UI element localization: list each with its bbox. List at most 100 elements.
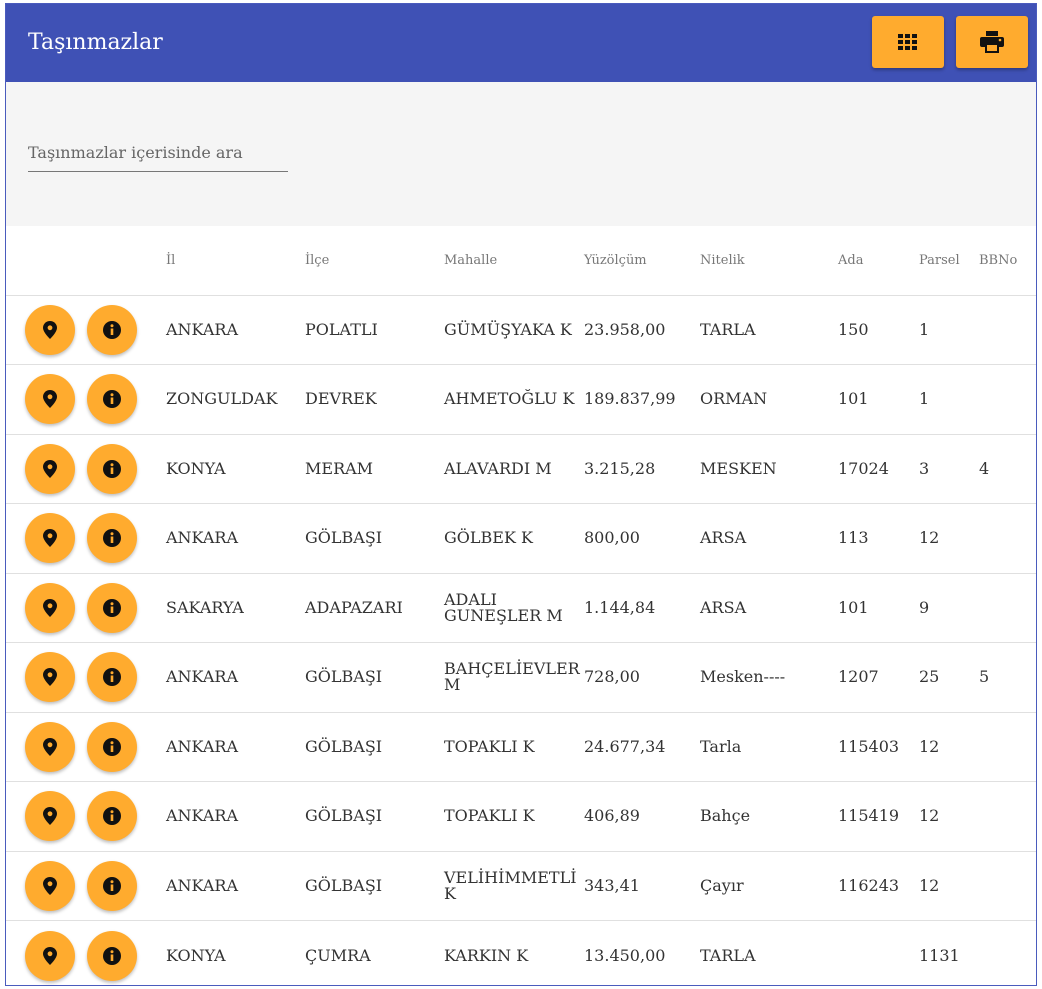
cell-mahalle: TOPAKLI K — [444, 781, 584, 852]
info-icon — [103, 737, 121, 756]
action-cell-map — [6, 295, 77, 365]
info-button[interactable] — [87, 582, 137, 633]
info-button[interactable] — [87, 930, 137, 981]
info-button[interactable] — [87, 860, 137, 911]
cell-il: ANKARA — [166, 295, 305, 365]
cell-ilce: ÇUMRA — [305, 945, 371, 965]
map-pin-icon — [43, 320, 57, 339]
col-header-ilce[interactable]: İlçe — [305, 226, 444, 296]
col-header-yuzolcum[interactable]: Yüzölçüm — [584, 226, 700, 296]
map-pin-icon — [43, 737, 57, 756]
table-row: ANKARA GÖLBAŞI GÖLBEK K 800,00 ARSA 113 … — [6, 503, 1036, 574]
cell-bbno — [979, 921, 1036, 986]
cell-bbno: 4 — [979, 434, 1036, 504]
map-button[interactable] — [25, 791, 75, 842]
action-cell-map — [6, 434, 77, 504]
map-button[interactable] — [25, 721, 75, 772]
map-button[interactable] — [25, 860, 75, 911]
map-pin-icon — [43, 807, 57, 826]
cell-ilce: DEVREK — [305, 364, 444, 435]
cell-mahalle: AHMETOĞLU K — [444, 364, 584, 435]
cell-mahalle: KARKIN K — [444, 945, 529, 965]
cell-ada: 150 — [838, 295, 919, 365]
cell-mahalle: TOPAKLI K — [444, 712, 584, 782]
action-cell-info — [77, 642, 166, 713]
col-header-ada[interactable]: Ada — [838, 226, 919, 296]
info-button[interactable] — [87, 652, 137, 703]
col-header-bbno[interactable]: BBNo — [979, 226, 1036, 296]
info-icon — [103, 946, 121, 965]
cell-yuzolcum: 800,00 — [584, 503, 700, 574]
map-pin-icon — [43, 459, 57, 478]
cell-ilce: MERAM — [305, 434, 444, 504]
action-cell-info — [77, 851, 166, 921]
info-button[interactable] — [87, 374, 137, 425]
map-button[interactable] — [25, 582, 75, 633]
search-input[interactable] — [28, 134, 288, 172]
action-cell-info — [77, 921, 166, 986]
map-button[interactable] — [25, 652, 75, 703]
cell-ilce: GÖLBAŞI — [305, 851, 444, 921]
page-title: Taşınmazlar — [28, 30, 163, 55]
info-button[interactable] — [87, 721, 137, 772]
action-cell-map — [6, 503, 77, 574]
grid-view-button[interactable] — [872, 16, 944, 68]
map-button[interactable] — [25, 374, 75, 425]
info-button[interactable] — [87, 443, 137, 494]
col-header-il[interactable]: İl — [166, 226, 305, 296]
table-body: ANKARA POLATLI GÜMÜŞYAKA K 23.958,00 TAR… — [6, 295, 1036, 986]
cell-nitelik: Çayır — [700, 851, 838, 921]
action-cell-map — [6, 851, 77, 921]
action-cell-map — [6, 573, 77, 643]
info-icon — [103, 807, 121, 826]
cell-parsel: 12 — [919, 503, 979, 574]
cell-ada: 17024 — [838, 434, 919, 504]
table-row: ANKARA POLATLI GÜMÜŞYAKA K 23.958,00 TAR… — [6, 295, 1036, 365]
info-button[interactable] — [87, 304, 137, 355]
action-cell-info — [77, 712, 166, 782]
cell-ilce: GÖLBAŞI — [305, 642, 444, 713]
map-button[interactable] — [25, 443, 75, 494]
cell-bbno — [979, 781, 1036, 852]
cell-nitelik: ORMAN — [700, 364, 838, 435]
table-row: ANKARA GÖLBAŞI TOPAKLI K 24.677,34 Tarla… — [6, 712, 1036, 782]
cell-bbno: 5 — [979, 642, 1036, 713]
cell-mahalle: VELİHİMMETLİ K — [444, 851, 584, 921]
col-header-nitelik[interactable]: Nitelik — [700, 226, 838, 296]
cell-il: ANKARA — [166, 851, 305, 921]
info-icon — [103, 668, 121, 687]
cell-il: ANKARA — [166, 781, 305, 852]
cell-bbno — [979, 712, 1036, 782]
info-button[interactable] — [87, 513, 137, 564]
cell-nitelik: ARSA — [700, 573, 838, 643]
cell-bbno — [979, 295, 1036, 365]
cell-yuzolcum: 13.450,00 — [584, 945, 666, 965]
map-button[interactable] — [25, 304, 75, 355]
header-action-2 — [77, 226, 166, 296]
map-pin-icon — [43, 668, 57, 687]
cell-ada: 115403 — [838, 712, 919, 782]
cell-il: KONYA — [166, 434, 305, 504]
cell-nitelik: Mesken---- — [700, 642, 838, 713]
col-header-parsel[interactable]: Parsel — [919, 226, 979, 296]
action-cell-info — [77, 573, 166, 643]
cell-parsel: 25 — [919, 642, 979, 713]
app-header: Taşınmazlar — [6, 4, 1036, 82]
cell-parsel: 12 — [919, 781, 979, 852]
info-icon — [103, 390, 121, 409]
map-button[interactable] — [25, 513, 75, 564]
action-cell-info — [77, 364, 166, 435]
cell-il: ZONGULDAK — [166, 364, 305, 435]
action-cell-map — [6, 642, 77, 713]
cell-parsel: 12 — [919, 851, 979, 921]
cell-parsel: 1 — [919, 364, 979, 435]
col-header-mahalle[interactable]: Mahalle — [444, 226, 584, 296]
cell-parsel: 1 — [919, 295, 979, 365]
map-button[interactable] — [25, 930, 75, 981]
print-button[interactable] — [956, 16, 1028, 68]
cell-ada: 101 — [838, 573, 919, 643]
print-icon — [980, 31, 1004, 53]
cell-yuzolcum: 406,89 — [584, 781, 700, 852]
info-button[interactable] — [87, 791, 137, 842]
table-row: ANKARA GÖLBAŞI VELİHİMMETLİ K 343,41 Çay… — [6, 851, 1036, 921]
